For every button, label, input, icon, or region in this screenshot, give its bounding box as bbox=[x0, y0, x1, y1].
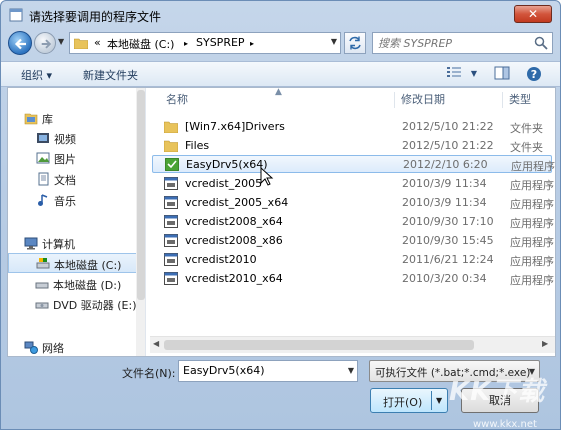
sidebar-item-drive-d[interactable]: 本地磁盘 (D:) bbox=[8, 274, 145, 294]
mouse-cursor-icon bbox=[260, 167, 274, 186]
breadcrumb-separator-icon[interactable]: ▸ bbox=[184, 39, 188, 48]
sidebar-item-documents[interactable]: 文档 bbox=[8, 169, 145, 189]
dvd-icon bbox=[35, 302, 49, 309]
music-icon bbox=[38, 194, 48, 206]
scroll-right-icon[interactable]: ▶ bbox=[542, 339, 548, 348]
easydrv-app-icon bbox=[165, 158, 179, 171]
back-button[interactable] bbox=[8, 31, 32, 55]
address-bar: ▼ « 本地磁盘 (C:) ▸ SYSPREP ▸ ▼ bbox=[1, 29, 560, 59]
open-button[interactable]: 打开(O) ▼ bbox=[370, 388, 448, 413]
refresh-icon bbox=[349, 36, 361, 50]
folder-icon bbox=[164, 121, 178, 133]
sidebar-item-drive-c[interactable]: 本地磁盘 (C:) bbox=[8, 253, 145, 273]
navigation-scrollbar-thumb[interactable] bbox=[137, 90, 145, 300]
refresh-button[interactable] bbox=[344, 32, 366, 54]
sidebar-item-music[interactable]: 音乐 bbox=[8, 190, 145, 210]
sidebar-item-videos[interactable]: 视频 bbox=[8, 128, 145, 148]
file-row[interactable]: vcredist2008_x64 2010/9/30 17:10 应用程序 bbox=[152, 213, 554, 231]
picture-icon bbox=[36, 152, 50, 164]
open-button-label: 打开(O) bbox=[383, 396, 423, 409]
split-divider bbox=[431, 391, 432, 410]
forward-button[interactable] bbox=[34, 32, 56, 54]
installer-app-icon bbox=[164, 253, 178, 266]
close-button[interactable]: ✕ bbox=[514, 5, 552, 23]
filename-label: 文件名(N): bbox=[122, 367, 176, 380]
new-folder-button[interactable]: 新建文件夹 bbox=[83, 67, 138, 83]
content-area: 库 视频 图片 文档 音乐 计算机 本地磁盘 (C:) 本地磁盘 (D:) DV… bbox=[7, 87, 556, 357]
installer-app-icon bbox=[164, 272, 178, 285]
column-header-type[interactable]: 类型 bbox=[509, 88, 531, 112]
dialog-footer: 文件名(N): ▼ 可执行文件 (*.bat;*.cmd;*.exe) ▼ 打开… bbox=[1, 357, 560, 430]
document-icon bbox=[38, 172, 49, 186]
arrow-left-icon bbox=[14, 38, 26, 50]
navigation-pane: 库 视频 图片 文档 音乐 计算机 本地磁盘 (C:) 本地磁盘 (D:) DV… bbox=[8, 88, 146, 356]
file-row[interactable]: [Win7.x64]Drivers 2012/5/10 21:22 文件夹 bbox=[152, 118, 552, 136]
title-bar: 请选择要调用的程序文件 ✕ bbox=[1, 1, 560, 29]
address-box[interactable]: « 本地磁盘 (C:) ▸ SYSPREP ▸ ▼ bbox=[69, 32, 341, 54]
search-icon[interactable] bbox=[534, 36, 548, 50]
watermark-url: www.kkx.net bbox=[473, 419, 537, 430]
watermark-logo: KK下载 bbox=[449, 377, 546, 407]
scroll-left-icon[interactable]: ◀ bbox=[153, 339, 159, 348]
svg-text:?: ? bbox=[531, 68, 537, 81]
breadcrumb-drive-c[interactable]: 本地磁盘 (C:) bbox=[107, 36, 174, 52]
sidebar-item-network[interactable]: 网络 bbox=[8, 337, 145, 356]
window-title: 请选择要调用的程序文件 bbox=[29, 10, 162, 24]
filename-input[interactable] bbox=[183, 364, 338, 377]
file-row[interactable]: vcredist_2005 2010/3/9 11:34 应用程序 bbox=[152, 175, 554, 193]
address-prefix[interactable]: « bbox=[94, 36, 101, 49]
library-icon bbox=[24, 113, 38, 125]
sidebar-item-computer[interactable]: 计算机 bbox=[8, 233, 145, 253]
file-row[interactable]: Files 2012/5/10 21:22 文件夹 bbox=[152, 137, 552, 155]
column-divider[interactable] bbox=[502, 92, 503, 108]
file-row[interactable]: vcredist_2005_x64 2010/3/9 11:34 应用程序 bbox=[152, 194, 554, 212]
folder-icon bbox=[164, 140, 178, 152]
file-list-pane: 名称 ▲ 修改日期 类型 [Win7.x64]Drivers 2012/5/10… bbox=[150, 88, 555, 356]
sidebar-item-dvd-e[interactable]: DVD 驱动器 (E:) bbox=[8, 294, 145, 314]
file-row[interactable]: vcredist2010_x64 2010/3/20 0:34 应用程序 bbox=[152, 270, 554, 288]
installer-app-icon bbox=[164, 196, 178, 209]
filename-history-dropdown-icon[interactable]: ▼ bbox=[348, 366, 354, 375]
organize-button[interactable]: 组织 ▾ bbox=[21, 67, 52, 83]
drive-icon bbox=[35, 282, 49, 289]
horizontal-scrollbar-thumb[interactable] bbox=[164, 340, 474, 350]
breadcrumb-separator-icon[interactable]: ▸ bbox=[250, 39, 254, 48]
file-row-selected[interactable]: EasyDrv5(x64) 2012/2/10 6:20 应用程序 bbox=[152, 155, 555, 173]
app-window-icon bbox=[9, 8, 23, 22]
view-dropdown-icon[interactable]: ▼ bbox=[463, 69, 485, 87]
search-input[interactable] bbox=[378, 35, 528, 51]
network-icon bbox=[24, 341, 38, 354]
sidebar-item-library[interactable]: 库 bbox=[8, 108, 145, 128]
command-toolbar: 组织 ▾ 新建文件夹 ▼ ? bbox=[1, 61, 560, 87]
column-header-date[interactable]: 修改日期 bbox=[401, 88, 445, 112]
installer-app-icon bbox=[164, 215, 178, 228]
breadcrumb-sysprep[interactable]: SYSPREP bbox=[196, 36, 245, 49]
horizontal-scrollbar[interactable]: ◀ ▶ bbox=[150, 336, 555, 353]
installer-app-icon bbox=[164, 234, 178, 247]
file-open-dialog: 请选择要调用的程序文件 ✕ ▼ « 本地磁盘 (C:) ▸ SYSPREP ▸ … bbox=[0, 0, 561, 430]
file-row[interactable]: vcredist2008_x86 2010/9/30 15:45 应用程序 bbox=[152, 232, 554, 250]
address-history-dropdown[interactable]: ▼ bbox=[331, 37, 337, 46]
installer-app-icon bbox=[164, 177, 178, 190]
arrow-right-icon bbox=[41, 39, 52, 49]
recent-pages-dropdown[interactable]: ▼ bbox=[58, 37, 64, 46]
sidebar-item-pictures[interactable]: 图片 bbox=[8, 148, 145, 168]
sort-ascending-icon: ▲ bbox=[275, 88, 282, 97]
drive-icon bbox=[36, 258, 50, 269]
search-box[interactable] bbox=[372, 32, 553, 54]
help-icon[interactable]: ? bbox=[523, 66, 545, 84]
column-header-name[interactable]: 名称 bbox=[166, 88, 188, 112]
computer-icon bbox=[24, 237, 38, 250]
file-row[interactable]: vcredist2010 2011/6/21 12:24 应用程序 bbox=[152, 251, 554, 269]
folder-icon bbox=[74, 38, 88, 49]
column-divider[interactable] bbox=[394, 92, 395, 108]
navigation-scrollbar[interactable] bbox=[136, 88, 145, 356]
preview-pane-icon[interactable] bbox=[491, 66, 513, 84]
video-icon bbox=[37, 133, 49, 143]
filename-field[interactable]: ▼ bbox=[178, 360, 358, 382]
open-options-dropdown-icon[interactable]: ▼ bbox=[436, 396, 442, 405]
